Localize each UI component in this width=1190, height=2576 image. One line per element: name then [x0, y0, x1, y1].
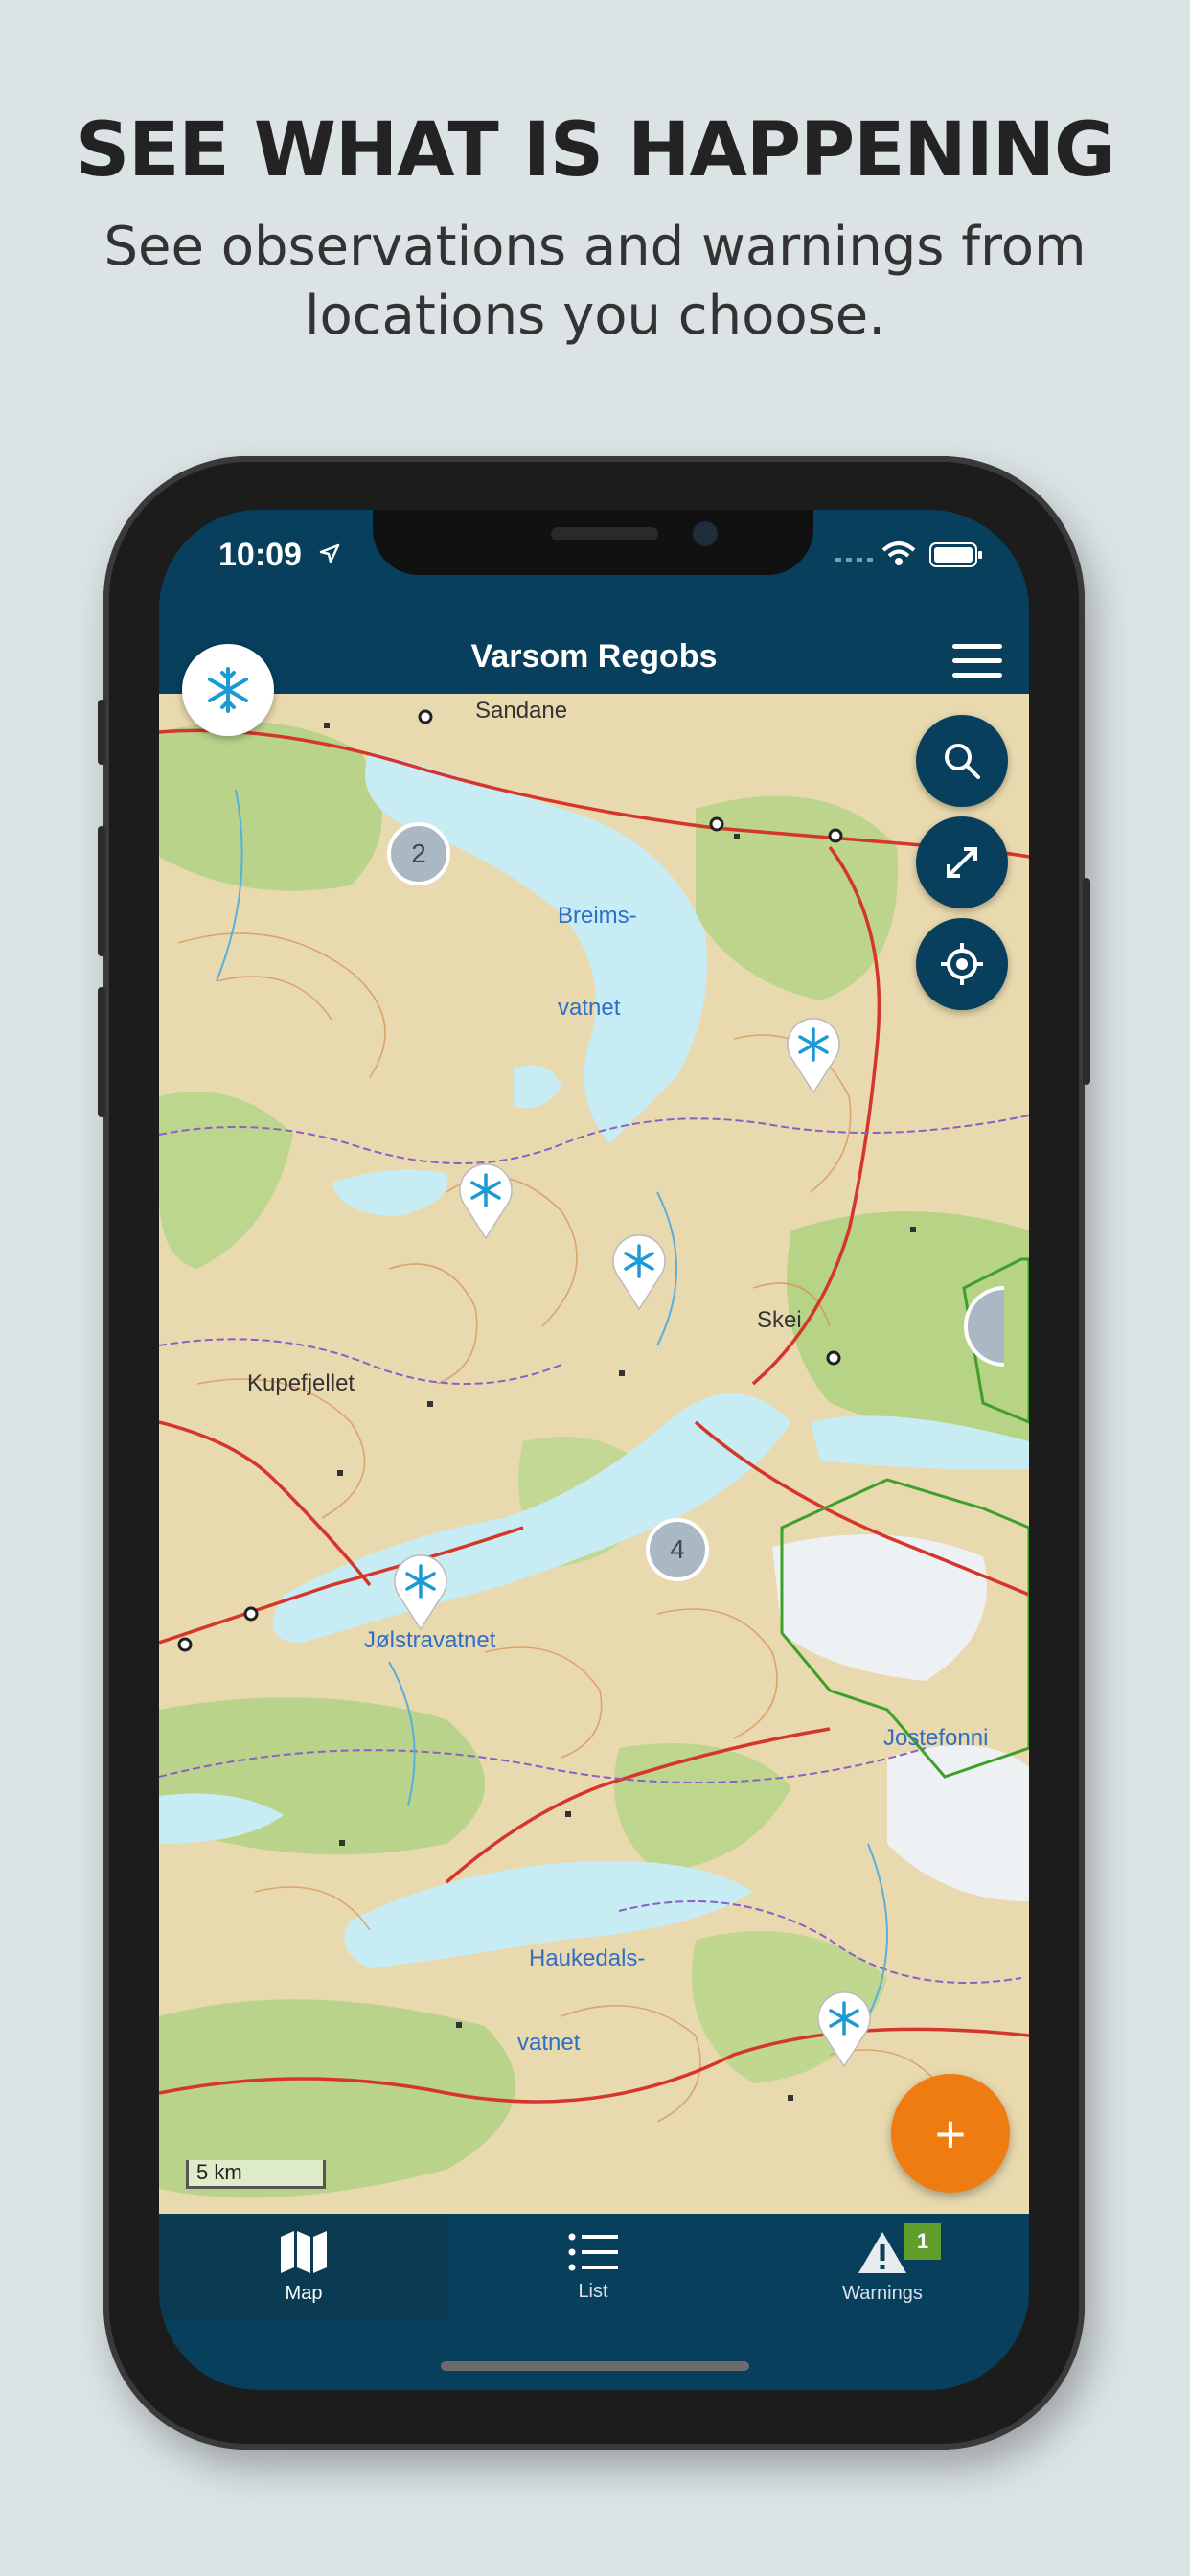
- app-screen: 10:09 Varsom Regobs Sandane Breims- vatn…: [159, 510, 1029, 2390]
- home-indicator: [441, 2361, 749, 2371]
- location-arrow-icon: [319, 543, 340, 564]
- map-label-breimsvatnet-2: vatnet: [558, 995, 621, 1021]
- add-observation-button[interactable]: +: [891, 2074, 1010, 2193]
- observation-cluster[interactable]: 4: [646, 1518, 709, 1581]
- map-label-breimsvatnet-1: Breims-: [558, 903, 637, 929]
- snow-observation-pin-icon[interactable]: [786, 1016, 841, 1094]
- tab-list[interactable]: List: [448, 2214, 738, 2319]
- promo-subline: See observations and warnings from locat…: [103, 216, 1087, 347]
- phone-notch: [373, 510, 813, 575]
- map-label-haukedalsvatnet-1: Haukedals-: [529, 1945, 646, 1971]
- app-title: Varsom Regobs: [470, 638, 718, 675]
- phone-power-button: [1083, 878, 1090, 1085]
- my-location-button[interactable]: [916, 918, 1008, 1010]
- battery-icon: [929, 542, 982, 567]
- notch-camera: [693, 521, 718, 546]
- crosshair-location-icon: [941, 943, 983, 985]
- tab-map[interactable]: Map: [159, 2214, 448, 2319]
- search-icon: [945, 744, 980, 779]
- fullscreen-button[interactable]: [916, 816, 1008, 908]
- expand-arrows-icon: [947, 847, 977, 878]
- snow-filter-button[interactable]: [182, 644, 274, 736]
- snow-observation-pin-icon[interactable]: [816, 1990, 872, 2068]
- map-label-jostefonni: Jostefonni: [883, 1725, 989, 1751]
- map-scale-bar: 5 km: [186, 2160, 326, 2189]
- map-icon: [281, 2230, 327, 2273]
- tab-map-label: Map: [285, 2282, 323, 2304]
- warning-icon: [858, 2231, 906, 2273]
- phone-volume-down: [98, 987, 105, 1117]
- map-label-skei: Skei: [757, 1307, 802, 1333]
- map-label-haukedalsvatnet-2: vatnet: [517, 2030, 581, 2056]
- snowflake-icon: [208, 667, 248, 713]
- map-label-sandane: Sandane: [475, 698, 568, 724]
- phone-side-button: [98, 700, 105, 765]
- snow-observation-pin-icon[interactable]: [393, 1552, 448, 1631]
- tab-warnings-label: Warnings: [842, 2282, 923, 2304]
- observation-cluster[interactable]: 2: [387, 822, 450, 886]
- promo-headline: SEE WHAT IS HAPPENING: [75, 107, 1115, 194]
- wifi-icon: [881, 541, 916, 565]
- notch-speaker: [551, 527, 658, 540]
- map-label-kupefjellet: Kupefjellet: [247, 1370, 355, 1396]
- list-icon: [568, 2233, 618, 2270]
- map-label-jolstravatnet: Jølstravatnet: [364, 1627, 496, 1653]
- status-time: 10:09: [218, 537, 302, 573]
- tab-list-label: List: [578, 2280, 608, 2302]
- search-button[interactable]: [916, 715, 1008, 807]
- snow-observation-pin-icon[interactable]: [611, 1232, 667, 1311]
- cellular-signal-icon: [835, 558, 873, 562]
- warnings-count-badge: 1: [904, 2223, 941, 2260]
- bottom-tab-bar: Map List 1 Warnings: [159, 2214, 1029, 2319]
- snow-observation-pin-icon[interactable]: [458, 1162, 514, 1240]
- map-view[interactable]: Sandane Breims- vatnet Skei Kupefjellet …: [159, 694, 1029, 2214]
- phone-volume-up: [98, 826, 105, 956]
- tab-warnings[interactable]: 1 Warnings: [738, 2214, 1027, 2319]
- hamburger-menu-icon[interactable]: [952, 644, 1002, 682]
